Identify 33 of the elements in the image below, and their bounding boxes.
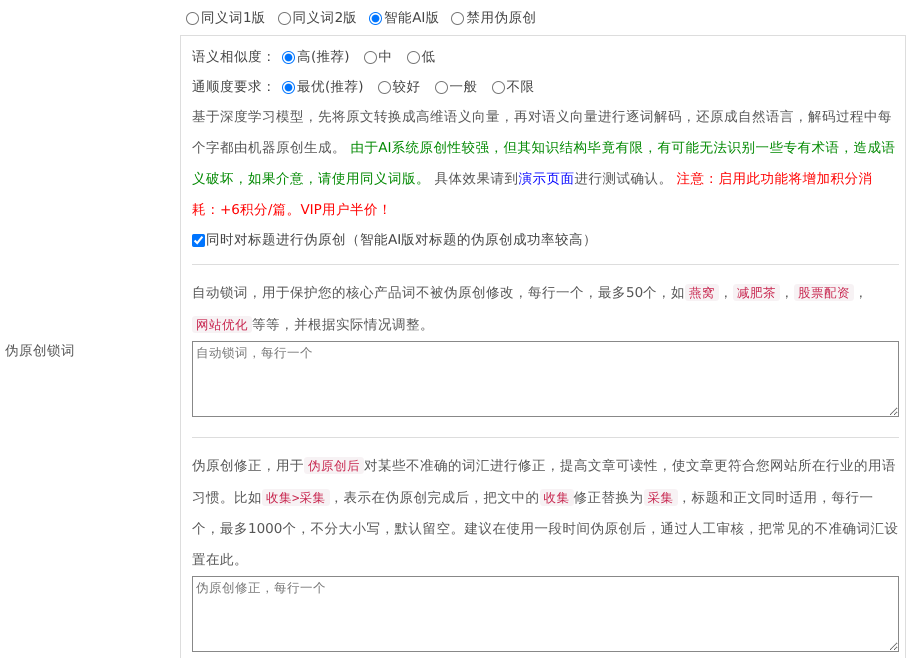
option-label[interactable]: 低 — [422, 48, 436, 66]
option-label[interactable]: 同义词1版 — [201, 9, 266, 27]
radio-button[interactable] — [364, 50, 377, 64]
field-label: 伪原创锁词 — [4, 342, 76, 360]
option-label[interactable]: 智能AI版 — [384, 9, 440, 27]
radio-button[interactable] — [186, 12, 199, 24]
description-text: 基于深度学习模型，先将原文转换成高维语义向量，再对语义向量进行逐词解码，还原成自然语言，解码过程中每个字都由机器原创生成。 由于AI系统原创性较强，但其知识结构毕竟有限，有可能无法识别一些专有术语，造成语义破坏，如果介意，请使用同义词版。 具体效果请到演示页面进行测试确认。 注意：启用此功能将增加积分消耗：+6积分/篇。VIP用户半价！ — [192, 108, 897, 220]
radio-button[interactable] — [451, 12, 464, 24]
radio-button[interactable] — [282, 50, 295, 64]
radio-button[interactable] — [282, 80, 295, 94]
setting-label: 语义相似度： — [192, 48, 276, 66]
option-label[interactable]: 中 — [378, 48, 393, 66]
demo-page-link[interactable]: 演示页面 — [518, 171, 574, 187]
radio-button[interactable] — [434, 80, 448, 94]
option-label[interactable]: 一般 — [450, 78, 478, 96]
radio-button[interactable] — [406, 50, 420, 64]
radio-button[interactable] — [492, 80, 505, 94]
setting-label: 通顺度要求： — [192, 78, 276, 96]
radio-button[interactable] — [369, 12, 382, 24]
checkbox[interactable] — [192, 234, 205, 246]
option-label[interactable]: 禁用伪原创 — [466, 9, 536, 27]
corrections-field[interactable]: 伪原创修正，每行一个 — [192, 576, 899, 652]
option-label[interactable]: 最优(推荐) — [297, 78, 364, 96]
description-text: 自动锁词，用于保护您的核心产品词不被伪原创修改，每行一个，最多50个，如 燕窝 ， 减肥茶 ， 股票配资 ， 网站优化 等等，并根据实际情况调整。 — [192, 283, 870, 335]
checkbox-label[interactable]: 同时对标题进行伪原创（智能AI版对标题的伪原创成功率较高） — [206, 231, 598, 249]
option-label[interactable]: 不限 — [506, 78, 535, 96]
description-text: 伪原创修正，用于 伪原创后 对某些不准确的词汇进行修正，提高文章可读性，使文章更符合您网站所在行业的用语习惯。比如 收集>采集 ，表示在伪原创完成后，把文中的 收集 修正替换为 采集 ，标题和正文同时适用，每行一个，最多1000个，不分大小写，默认留空。建议在使用一段时间伪原创后，通过人工审核，把常见的不准确词汇设置在此。 — [192, 456, 899, 570]
radio-button[interactable] — [278, 12, 291, 24]
radio-button[interactable] — [378, 80, 391, 94]
option-label[interactable]: 较好 — [392, 78, 421, 96]
option-label[interactable]: 高(推荐) — [297, 48, 350, 66]
option-label[interactable]: 同义词2版 — [292, 9, 358, 27]
lock-words-field[interactable]: 自动锁词，每行一个 — [192, 341, 899, 417]
